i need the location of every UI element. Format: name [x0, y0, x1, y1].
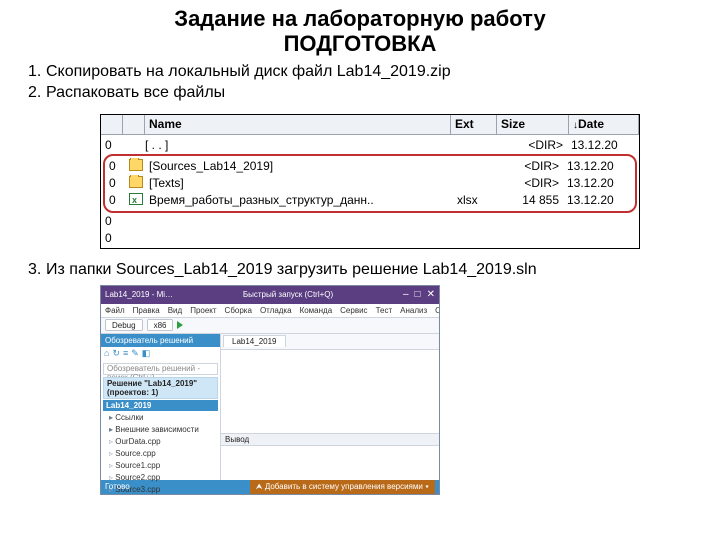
table-row[interactable]: 0 [Sources_Lab14_2019] <DIR> 13.12.20 — [107, 158, 633, 175]
output-caption: Вывод — [221, 434, 439, 446]
config-dropdown[interactable]: Debug — [105, 319, 143, 331]
step-text: Из папки Sources_Lab14_2019 загрузить ре… — [46, 261, 537, 279]
menu-item[interactable]: Проект — [190, 304, 216, 317]
row-marker: 0 — [107, 158, 127, 175]
row-marker: 0 — [103, 137, 123, 154]
row-marker: 0 — [103, 230, 123, 247]
menu-item[interactable]: Файл — [105, 304, 125, 317]
tree-folder[interactable]: Внешние зависимости — [109, 424, 218, 436]
file-date: 13.12.20 — [565, 192, 633, 209]
folder-icon — [129, 159, 143, 171]
file-name: [Sources_Lab14_2019] — [147, 158, 455, 175]
source-control-add-button[interactable]: ⮝ Добавить в систему управления версиями… — [250, 480, 435, 494]
table-row: 0 — [103, 213, 637, 230]
home-icon[interactable]: ⌂ — [104, 348, 109, 359]
editor-canvas[interactable] — [221, 350, 439, 434]
properties-icon[interactable]: ✎ — [131, 348, 139, 359]
panel-toolbar: ⌂ ↻ ≡ ✎ ◧ — [101, 347, 220, 361]
col-name[interactable]: Name — [145, 115, 451, 135]
step-text: Распаковать все файлы — [46, 82, 225, 104]
collapse-icon[interactable]: ≡ — [123, 348, 128, 359]
title-line-1: Задание на лабораторную работу — [0, 6, 720, 31]
output-panel[interactable] — [221, 446, 439, 480]
tree-file[interactable]: Source.cpp — [109, 448, 218, 460]
spreadsheet-icon — [129, 193, 143, 205]
folder-icon — [129, 176, 143, 188]
menu-item[interactable]: Вид — [168, 304, 182, 317]
tree-file[interactable]: OurData.cpp — [109, 436, 218, 448]
menu-item[interactable]: Правка — [133, 304, 160, 317]
menu-item[interactable]: Отладка — [260, 304, 292, 317]
file-size: <DIR> — [501, 175, 565, 192]
status-ready: Готово — [105, 482, 130, 491]
file-manager-header: Name Ext Size ↓Date — [101, 115, 639, 135]
file-ext — [455, 175, 501, 192]
project-node[interactable]: Lab14_2019 — [103, 400, 218, 411]
menu-item[interactable]: Команда — [300, 304, 333, 317]
file-size: 14 855 — [501, 192, 565, 209]
file-ext: xlsx — [455, 192, 501, 209]
file-size: <DIR> — [501, 158, 565, 175]
solution-node[interactable]: Решение "Lab14_2019" (проектов: 1) — [103, 377, 218, 399]
step-number: 2. — [28, 82, 46, 104]
tree-folder[interactable]: Ссылки — [109, 412, 218, 424]
col-ext[interactable]: Ext — [451, 115, 497, 135]
table-row[interactable]: 0 [Texts] <DIR> 13.12.20 — [107, 175, 633, 192]
menu-item[interactable]: Сервис — [340, 304, 367, 317]
panel-caption: Обозреватель решений — [101, 334, 220, 347]
table-row[interactable]: 0 Время_работы_разных_структур_данн.. xl… — [107, 192, 633, 209]
steps-block: 1. Скопировать на локальный диск файл La… — [0, 57, 720, 104]
menu-item[interactable]: Окно — [435, 304, 440, 317]
row-marker: 0 — [107, 175, 127, 192]
editor-tab[interactable]: Lab14_2019 — [223, 335, 286, 347]
file-name: [Texts] — [147, 175, 455, 192]
menu-item[interactable]: Анализ — [400, 304, 427, 317]
show-all-icon[interactable]: ◧ — [142, 348, 151, 359]
highlighted-rows: 0 [Sources_Lab14_2019] <DIR> 13.12.20 0 … — [103, 154, 637, 213]
file-date: 13.12.20 — [565, 175, 633, 192]
file-name: Время_работы_разных_структур_данн.. — [147, 192, 455, 209]
step-number: 3. — [28, 261, 46, 279]
file-date: 13.12.20 — [565, 158, 633, 175]
titlebar[interactable]: Lab14_2019 - Mi… Быстрый запуск (Ctrl+Q)… — [101, 286, 439, 304]
platform-dropdown[interactable]: x86 — [147, 319, 174, 331]
window-maximize-icon[interactable]: □ — [415, 289, 421, 300]
refresh-icon[interactable]: ↻ — [112, 348, 120, 359]
solution-explorer: Обозреватель решений ⌂ ↻ ≡ ✎ ◧ Обозреват… — [101, 334, 221, 480]
steps-block: 3. Из папки Sources_Lab14_2019 загрузить… — [0, 253, 720, 279]
window-minimize-icon[interactable]: ‒ — [403, 289, 409, 300]
step-number: 1. — [28, 61, 46, 83]
window-title: Lab14_2019 - Mi… — [105, 290, 173, 299]
title-line-2: ПОДГОТОВКА — [0, 31, 720, 56]
visual-studio-window: Lab14_2019 - Mi… Быстрый запуск (Ctrl+Q)… — [100, 285, 720, 495]
col-date[interactable]: ↓Date — [569, 115, 639, 135]
row-marker: 0 — [107, 192, 127, 209]
step-text: Скопировать на локальный диск файл Lab14… — [46, 61, 451, 83]
file-name: [ . . ] — [143, 137, 459, 154]
col-size[interactable]: Size — [497, 115, 569, 135]
start-debugging-icon[interactable] — [177, 321, 183, 329]
menu-bar: Файл Правка Вид Проект Сборка Отладка Команда С… — [101, 304, 439, 318]
file-date: 13.12.20 — [569, 137, 637, 154]
window-close-icon[interactable]: ✕ — [427, 289, 435, 300]
page-title: Задание на лабораторную работу ПОДГОТОВК… — [0, 0, 720, 57]
menu-item[interactable]: Тест — [376, 304, 393, 317]
editor-tabs: Lab14_2019 — [221, 334, 439, 350]
tree-file[interactable]: Source1.cpp — [109, 460, 218, 472]
quick-launch[interactable]: Быстрый запуск (Ctrl+Q) — [243, 290, 333, 299]
row-marker: 0 — [103, 213, 123, 230]
menu-item[interactable]: Сборка — [225, 304, 252, 317]
file-ext — [455, 158, 501, 175]
file-size: <DIR> — [505, 137, 569, 154]
table-row[interactable]: 0 [ . . ] <DIR> 13.12.20 — [103, 137, 637, 154]
solution-search-input[interactable]: Обозреватель решений - поиск (Ctrl+;) — [103, 363, 218, 375]
toolbar: Debug x86 — [101, 318, 439, 334]
file-ext — [459, 137, 505, 154]
file-manager: Name Ext Size ↓Date 0 [ . . ] <DIR> 13.1… — [100, 114, 640, 249]
table-row: 0 — [103, 230, 637, 247]
